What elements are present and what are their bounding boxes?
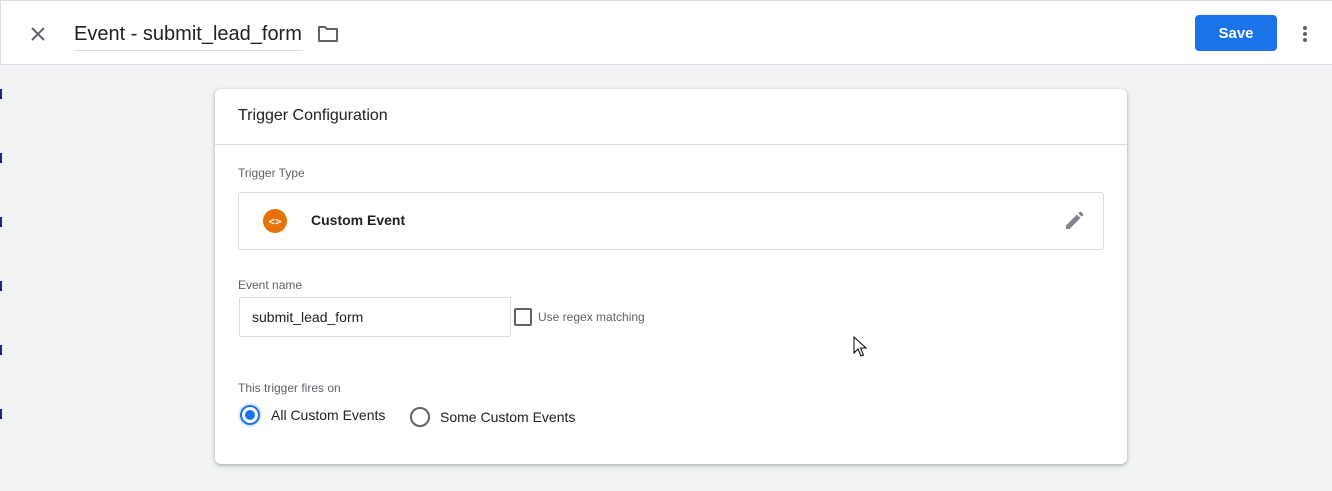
trigger-title-input[interactable]: Event - submit_lead_form (74, 21, 303, 51)
event-name-label: Event name (238, 278, 303, 292)
close-button[interactable] (23, 19, 53, 49)
radio-label: All Custom Events (271, 407, 386, 423)
radio-some-custom-events[interactable]: Some Custom Events (410, 407, 575, 427)
trigger-type-name: Custom Event (311, 212, 406, 228)
radio-label: Some Custom Events (440, 409, 576, 425)
more-options-button[interactable] (1293, 19, 1317, 49)
card-title: Trigger Configuration (238, 107, 388, 124)
trigger-configuration-card: Trigger Configuration Trigger Type <> Cu… (215, 89, 1127, 464)
regex-label: Use regex matching (538, 310, 645, 324)
radio-all-custom-events[interactable]: All Custom Events (238, 403, 386, 427)
mouse-cursor-icon (853, 336, 867, 357)
regex-matching-checkbox[interactable]: Use regex matching (514, 308, 645, 326)
edit-icon[interactable] (1063, 210, 1085, 232)
save-button[interactable]: Save (1195, 15, 1277, 51)
folder-button[interactable] (315, 21, 341, 47)
background-page-edge (0, 65, 2, 491)
checkbox-box[interactable] (514, 308, 532, 326)
trigger-type-label: Trigger Type (238, 166, 305, 180)
radio-button[interactable] (410, 407, 430, 427)
event-name-input[interactable] (239, 297, 511, 337)
folder-icon (318, 26, 338, 42)
code-brackets-icon: <> (263, 209, 287, 233)
close-icon (31, 27, 45, 41)
radio-focus-halo (238, 403, 262, 427)
trigger-type-selector[interactable]: <> Custom Event (238, 192, 1104, 250)
editor-header: Event - submit_lead_form Save (0, 0, 1332, 65)
radio-button-selected[interactable] (240, 405, 260, 425)
more-vert-icon (1303, 26, 1307, 42)
fires-on-label: This trigger fires on (238, 381, 341, 395)
card-divider (215, 144, 1127, 145)
